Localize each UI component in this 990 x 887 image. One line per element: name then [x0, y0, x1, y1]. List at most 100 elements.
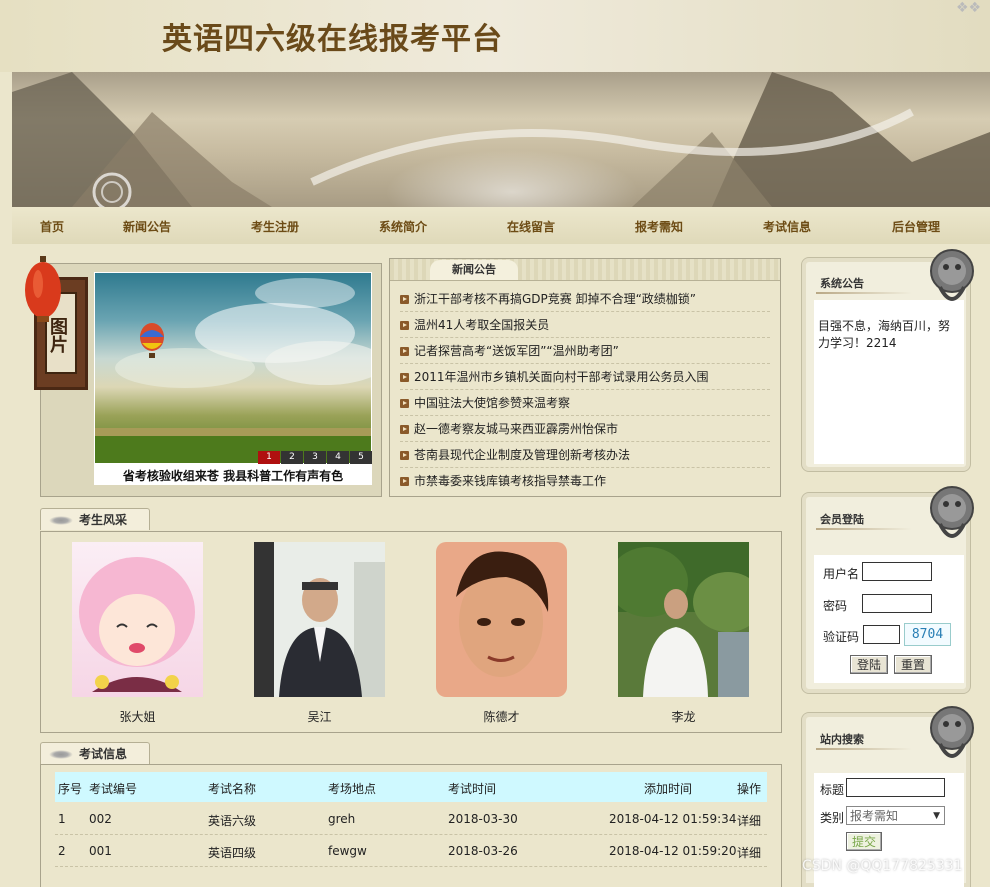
news-heading: 新闻公告 [430, 260, 518, 280]
column-header: 添加时间 [644, 782, 693, 796]
column-header: 操作 [737, 782, 762, 796]
student-photo[interactable] [618, 542, 749, 697]
news-link[interactable]: 中国驻法大使馆参赞来温考察 [414, 396, 570, 410]
news-item[interactable]: 记者探营高考“送饭军团”“温州助考团” [400, 338, 770, 364]
news-link[interactable]: 记者探营高考“送饭军团”“温州助考团” [414, 344, 619, 358]
table-cell: 001 [89, 844, 112, 858]
slideshow-caption[interactable]: 省考核验收组来苍 我县科普工作有声有色 [95, 465, 371, 485]
header-banner-image [12, 72, 990, 207]
username-input[interactable] [862, 562, 932, 581]
column-header: 序号 [58, 782, 83, 796]
table-cell: 英语四级 [208, 846, 257, 860]
student-photo[interactable] [436, 542, 567, 697]
student-photo[interactable] [254, 542, 385, 697]
detail-link[interactable]: 详细 [737, 812, 761, 829]
lantern-icon [25, 256, 61, 322]
main-nav: 首页 新闻公告 考生注册 系统简介 在线留言 报考需知 考试信息 后台管理 [12, 207, 990, 244]
search-title: 站内搜索 [820, 733, 864, 746]
nav-item-news[interactable]: 新闻公告 [123, 218, 171, 235]
watermark-text: CSDN @QQ177825331 [802, 858, 963, 874]
slideshow-image[interactable] [95, 273, 371, 463]
table-cell: 2018-03-30 [448, 812, 518, 826]
arrow-bullet-icon [400, 321, 409, 330]
username-label: 用户名 [823, 567, 860, 581]
captcha-label: 验证码 [823, 630, 860, 644]
notice-body: 目强不息，海纳百川，努力学习！2214 [814, 300, 964, 464]
table-cell: 英语六级 [208, 814, 257, 828]
student-name[interactable]: 吴江 [254, 708, 385, 725]
nav-item-about[interactable]: 系统简介 [379, 218, 427, 235]
door-knocker-icon [930, 706, 974, 758]
column-header: 考场地点 [328, 782, 377, 796]
cloud-icon [49, 516, 73, 525]
arrow-bullet-icon [400, 295, 409, 304]
news-link[interactable]: 温州41人考取全国报关员 [414, 318, 549, 332]
news-item[interactable]: 中国驻法大使馆参赞来温考察 [400, 390, 770, 416]
news-item[interactable]: 浙江干部考核不再搞GDP竞赛 卸掉不合理“政绩枷锁” [400, 286, 770, 312]
arrow-bullet-icon [400, 477, 409, 486]
news-item[interactable]: 2011年温州市乡镇机关面向村干部考试录用公务员入围 [400, 364, 770, 390]
table-cell: 1 [58, 812, 66, 826]
students-heading: 考生风采 [79, 513, 128, 527]
notice-title: 系统公告 [820, 277, 864, 290]
nav-item-home[interactable]: 首页 [40, 218, 64, 235]
password-input[interactable] [862, 594, 932, 613]
login-title: 会员登陆 [820, 513, 864, 526]
news-link[interactable]: 市禁毒委来钱库镇考核指导禁毒工作 [414, 474, 606, 488]
nav-item-admin[interactable]: 后台管理 [892, 218, 940, 235]
nav-item-register[interactable]: 考生注册 [251, 218, 299, 235]
slide-tab-4[interactable]: 4 [327, 451, 349, 464]
nav-item-exam-notice[interactable]: 报考需知 [635, 218, 683, 235]
row-divider [55, 834, 767, 835]
cloud-icon [49, 750, 73, 759]
detail-link[interactable]: 详细 [737, 844, 761, 861]
door-knocker-icon [930, 249, 974, 301]
table-cell: greh [328, 812, 356, 826]
title-underline [816, 292, 912, 294]
news-item[interactable]: 市禁毒委来钱库镇考核指导禁毒工作 [400, 468, 770, 494]
category-select[interactable]: 报考需知 ▼ [846, 806, 945, 825]
corner-ornament-icon: ❖❖ [956, 0, 982, 16]
search-title-input[interactable] [846, 778, 945, 797]
login-button[interactable]: 登陆 [850, 655, 888, 674]
nav-item-guestbook[interactable]: 在线留言 [507, 218, 555, 235]
column-header: 考试名称 [208, 782, 257, 796]
reset-button[interactable]: 重置 [894, 655, 932, 674]
news-link[interactable]: 2011年温州市乡镇机关面向村干部考试录用公务员入围 [414, 370, 709, 384]
exams-heading: 考试信息 [79, 747, 128, 761]
arrow-bullet-icon [400, 451, 409, 460]
password-label: 密码 [823, 599, 848, 613]
captcha-input[interactable] [863, 625, 900, 644]
news-item[interactable]: 赵一德考察友城马来西亚霹雳州怡保市 [400, 416, 770, 442]
row-divider [55, 866, 767, 867]
student-name[interactable]: 陈德才 [436, 708, 567, 725]
nav-item-exam-info[interactable]: 考试信息 [763, 218, 811, 235]
news-link[interactable]: 赵一德考察友城马来西亚霹雳州怡保市 [414, 422, 618, 436]
column-header: 考试编号 [89, 782, 138, 796]
door-knocker-icon [930, 486, 974, 538]
table-cell: 2018-04-12 01:59:20 [609, 844, 737, 858]
student-name[interactable]: 李龙 [618, 708, 749, 725]
table-cell: 2018-03-26 [448, 844, 518, 858]
news-link[interactable]: 浙江干部考核不再搞GDP竞赛 卸掉不合理“政绩枷锁” [414, 292, 696, 306]
search-submit-button[interactable]: 提交 [846, 832, 882, 851]
news-item[interactable]: 温州41人考取全国报关员 [400, 312, 770, 338]
search-title-label: 标题 [820, 783, 845, 797]
category-label: 类别 [820, 811, 845, 825]
category-selected-value: 报考需知 [850, 809, 899, 823]
news-item[interactable]: 苍南县现代企业制度及管理创新考核办法 [400, 442, 770, 468]
chevron-down-icon: ▼ [933, 811, 940, 821]
title-underline [816, 748, 912, 750]
slide-tab-3[interactable]: 3 [304, 451, 326, 464]
slide-tab-2[interactable]: 2 [281, 451, 303, 464]
slide-tab-1[interactable]: 1 [258, 451, 280, 464]
arrow-bullet-icon [400, 425, 409, 434]
captcha-image[interactable]: 8704 [904, 623, 951, 646]
slide-tab-5[interactable]: 5 [350, 451, 372, 464]
exams-tab: 考试信息 [40, 742, 150, 764]
title-underline [816, 528, 912, 530]
table-cell: 2 [58, 844, 66, 858]
student-name[interactable]: 张大姐 [72, 708, 203, 725]
student-photo[interactable] [72, 542, 203, 697]
news-link[interactable]: 苍南县现代企业制度及管理创新考核办法 [414, 448, 630, 462]
